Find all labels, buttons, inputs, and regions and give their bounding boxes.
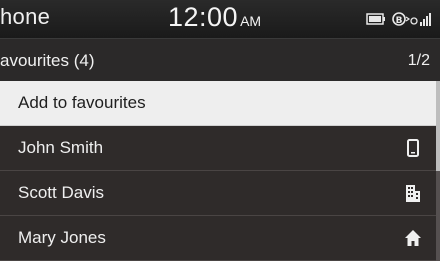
battery-icon <box>366 13 385 25</box>
bluetooth-icon: B <box>392 12 411 26</box>
list-header: avourites (4) 1/2 <box>0 38 440 82</box>
scroll-thumb[interactable] <box>436 81 440 171</box>
app-title: hone <box>0 4 51 29</box>
mobile-phone-icon <box>407 139 419 157</box>
clock-time: 12:00 <box>168 2 239 32</box>
status-icons: B <box>366 12 431 26</box>
list-item-scott-davis[interactable]: Scott Davis <box>0 171 440 216</box>
status-bar: hone 12:00 AM B <box>0 0 440 38</box>
home-icon <box>405 230 421 246</box>
scrollbar[interactable] <box>436 81 440 261</box>
list-item-label: Add to favourites <box>18 93 146 112</box>
svg-text:B: B <box>396 16 403 26</box>
list-item-label: John Smith <box>18 138 104 157</box>
list-item-label: Mary Jones <box>18 228 106 247</box>
signal-icon <box>410 13 431 26</box>
clock: 12:00 AM <box>168 2 261 33</box>
list-item-add-to-favourites[interactable]: Add to favourites <box>0 81 440 126</box>
page-indicator: 1/2 <box>407 52 430 69</box>
list-item-label: Scott Davis <box>18 183 104 202</box>
office-building-icon <box>406 185 420 202</box>
list-item-john-smith[interactable]: John Smith <box>0 126 440 171</box>
list-title: avourites (4) <box>0 51 95 70</box>
phone-screen: hone 12:00 AM B avourites (4) 1/2 Add to… <box>0 0 440 261</box>
favourites-list: Add to favourites John Smith Scott Davis <box>0 81 440 261</box>
clock-ampm: AM <box>240 13 262 29</box>
list-item-mary-jones[interactable]: Mary Jones <box>0 216 440 261</box>
